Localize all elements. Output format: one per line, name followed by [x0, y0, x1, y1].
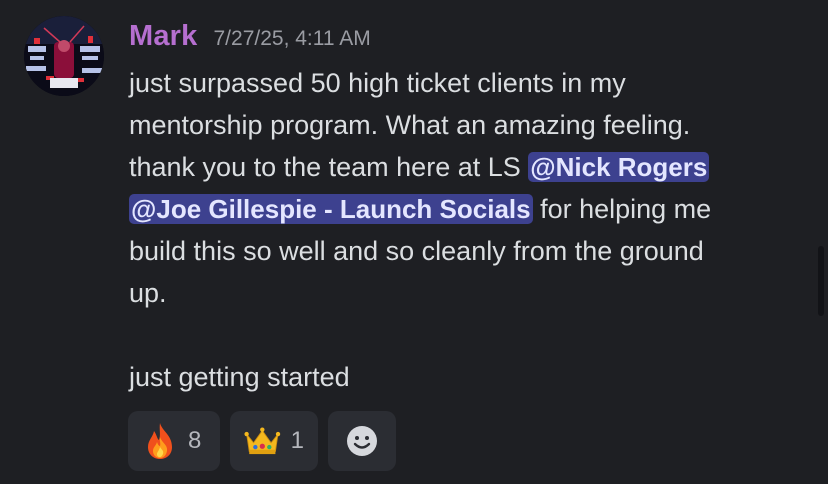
reactions-bar: 8 1 [128, 411, 396, 471]
mention-nick-rogers[interactable]: @Nick Rogers [528, 152, 710, 182]
message-line: just getting started [129, 362, 350, 392]
chat-message: Mark 7/27/25, 4:11 AM just surpassed 50 … [0, 0, 828, 484]
reaction-fire[interactable]: 8 [128, 411, 220, 471]
message-text: thank you to the team here at LS [129, 152, 529, 182]
message-line: just surpassed 50 high ticket clients in… [129, 68, 626, 98]
reaction-crown[interactable]: 1 [230, 411, 318, 471]
avatar-image [24, 16, 104, 96]
fire-icon [148, 423, 172, 459]
message-line: @Joe Gillespie - Launch Socials for help… [129, 188, 809, 230]
mention-joe-gillespie[interactable]: @Joe Gillespie - Launch Socials [129, 194, 533, 224]
crown-icon [244, 427, 281, 455]
message-line: mentorship program. What an amazing feel… [129, 110, 691, 140]
add-reaction-button[interactable] [328, 411, 396, 471]
username[interactable]: Mark [129, 20, 198, 53]
message-content: just surpassed 50 high ticket clients in… [129, 62, 809, 398]
avatar[interactable] [24, 16, 104, 96]
message-line: build this so well and so cleanly from t… [129, 236, 704, 266]
message-header: Mark 7/27/25, 4:11 AM [129, 20, 371, 60]
message-line: up. [129, 278, 167, 308]
timestamp[interactable]: 7/27/25, 4:11 AM [214, 27, 371, 51]
smiley-add-reaction-icon [347, 426, 377, 456]
message-line: thank you to the team here at LS @Nick R… [129, 146, 809, 188]
scrollbar[interactable] [818, 246, 824, 316]
message-text: for helping me [532, 194, 712, 224]
reaction-count: 1 [290, 427, 304, 454]
reaction-count: 8 [188, 427, 202, 454]
